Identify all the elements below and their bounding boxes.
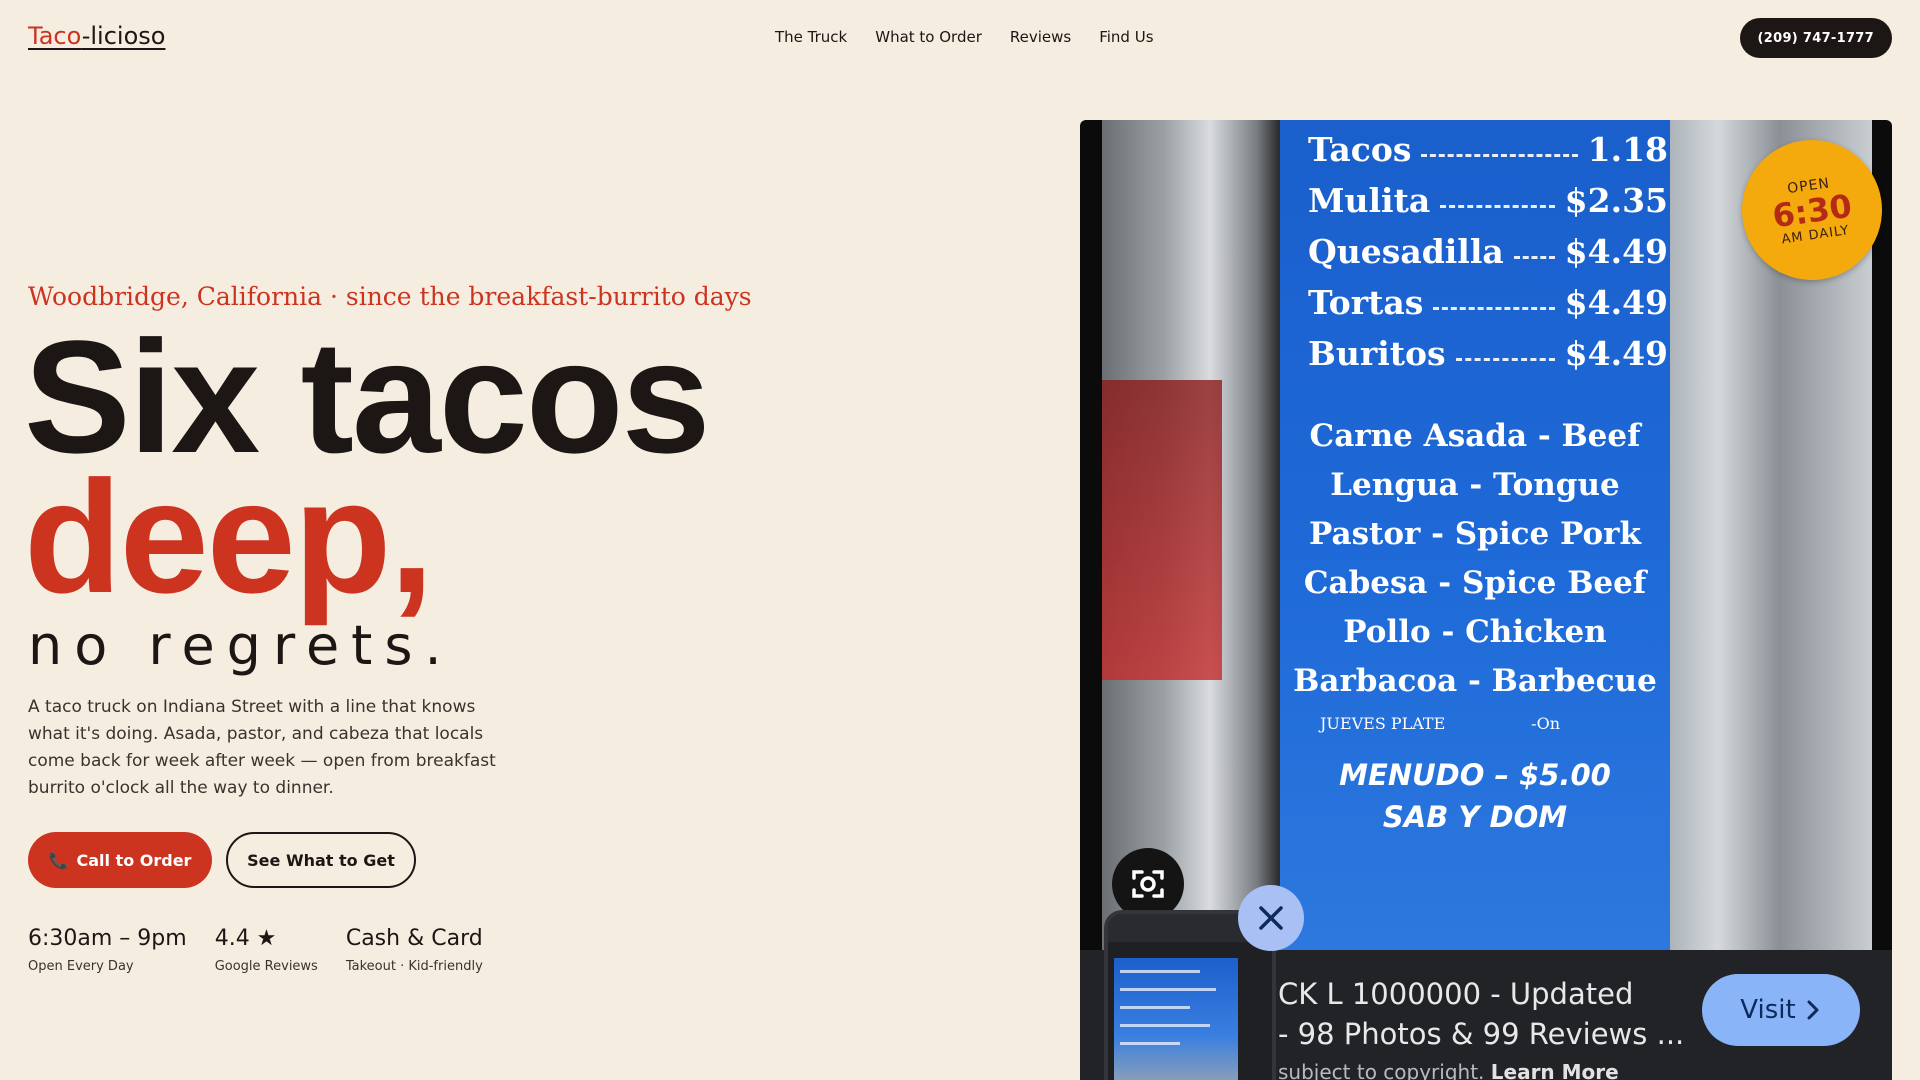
menu-price: $4.49 xyxy=(1564,232,1668,271)
site-logo[interactable]: Taco-licioso xyxy=(28,22,165,50)
menu-item: Buritos xyxy=(1308,334,1446,373)
menu-price: $2.35 xyxy=(1564,181,1668,220)
menu-item: Mulita xyxy=(1308,181,1431,220)
menu-small-left: JUEVES PLATE xyxy=(1320,714,1446,733)
menu-meats: Carne Asada - Beef Lengua - Tongue Pasto… xyxy=(1280,412,1670,706)
menu-item: Tortas xyxy=(1308,283,1424,322)
menu-small-right: -On xyxy=(1531,714,1560,733)
menu-meat: Pollo - Chicken xyxy=(1343,614,1607,650)
close-icon xyxy=(1259,906,1283,930)
menu-board: Tacos 1.18 Mulita $2.35 Quesadilla $4.49 To… xyxy=(1280,120,1670,950)
chevron-right-icon xyxy=(1807,1000,1819,1020)
call-to-order-button[interactable]: 📞 Call to Order xyxy=(28,832,212,888)
lens-close-button[interactable] xyxy=(1238,885,1304,951)
thumbnail-line xyxy=(1120,970,1200,973)
thumbnail-line xyxy=(1120,1042,1180,1045)
learn-more-link[interactable]: Learn More xyxy=(1491,1060,1619,1080)
stat-payment: Cash & Card Takeout · Kid-friendly xyxy=(346,926,483,974)
menu-meat: Cabesa - Spice Beef xyxy=(1303,565,1647,601)
menu-price-row: Quesadilla $4.49 xyxy=(1308,226,1668,277)
stat-value: 4.4 ★ xyxy=(214,926,277,951)
menudo-line-2: SAB Y DOM xyxy=(1382,800,1568,834)
menu-small-print: JUEVES PLATE -On xyxy=(1320,714,1650,733)
stat-label: Google Reviews xyxy=(214,959,318,974)
stat-label: Open Every Day xyxy=(28,959,134,974)
menu-item: Quesadilla xyxy=(1308,232,1504,271)
thumbnail-line xyxy=(1120,1006,1190,1009)
call-to-order-label: Call to Order xyxy=(76,850,192,870)
nav-link-the-truck[interactable]: The Truck xyxy=(775,28,847,46)
stat-value: 6:30am – 9pm xyxy=(28,926,187,951)
phone-icon: 📞 xyxy=(48,850,69,870)
menu-meat: Pastor - Spice Pork xyxy=(1309,516,1641,552)
truck-awning xyxy=(1102,380,1222,680)
menu-item: Tacos xyxy=(1308,130,1412,169)
visit-label: Visit xyxy=(1740,995,1796,1025)
see-what-to-get-button[interactable]: See What to Get xyxy=(226,832,416,888)
menu-price: 1.18 xyxy=(1587,130,1668,169)
stat-rating: 4.4 ★ Google Reviews xyxy=(215,926,318,974)
menu-price-row: Mulita $2.35 xyxy=(1308,175,1668,226)
nav-link-what-to-order[interactable]: What to Order xyxy=(875,28,982,46)
lens-result-subtext: subject to copyright. Learn More xyxy=(1278,1060,1708,1080)
hero-stats: 6:30am – 9pm Open Every Day 4.4 ★ Google… xyxy=(28,926,483,974)
menu-price-row: Tacos 1.18 xyxy=(1308,124,1668,175)
menu-meat: Lengua - Tongue xyxy=(1330,467,1620,503)
menu-price-row: Tortas $4.49 xyxy=(1308,277,1668,328)
menu-price: $4.49 xyxy=(1564,334,1668,373)
result-title-line-1: CK L 1000000 - Updated xyxy=(1278,977,1634,1011)
thumbnail-line xyxy=(1120,1024,1210,1027)
top-nav: Taco-licioso The Truck What to Order Rev… xyxy=(0,0,1920,76)
menu-meat: Carne Asada - Beef xyxy=(1309,418,1641,454)
menu-menudo: MENUDO – $5.00 SAB Y DOM xyxy=(1280,754,1670,838)
hero-headline-line-3: no regrets. xyxy=(28,614,454,677)
phone-button[interactable]: (209) 747-1777 xyxy=(1739,18,1892,58)
menu-price: $4.49 xyxy=(1564,283,1668,322)
thumbnail-line xyxy=(1120,988,1216,991)
logo-accent: Taco xyxy=(28,22,82,50)
menu-price-row: Buritos $4.49 xyxy=(1308,328,1668,379)
stat-value: Cash & Card xyxy=(345,926,483,951)
nav-link-reviews[interactable]: Reviews xyxy=(1010,28,1071,46)
menu-meat: Barbacoa - Barbecue xyxy=(1293,663,1657,699)
logo-rest: -licioso xyxy=(81,22,166,50)
hero-headline-line-2: deep, xyxy=(24,447,434,626)
lens-result-title[interactable]: CK L 1000000 - Updated - 98 Photos & 99 … xyxy=(1278,974,1708,1058)
visit-button[interactable]: Visit xyxy=(1702,974,1860,1046)
menudo-line-1: MENUDO – $5.00 xyxy=(1339,758,1611,792)
thumbnail-image xyxy=(1114,958,1238,1080)
result-title-line-2: - 98 Photos & 99 Reviews ... xyxy=(1278,1017,1685,1051)
copyright-text: subject to copyright. xyxy=(1278,1060,1485,1080)
lens-camera-icon xyxy=(1132,870,1164,898)
nav-links: The Truck What to Order Reviews Find Us xyxy=(775,28,1154,46)
menu-prices: Tacos 1.18 Mulita $2.35 Quesadilla $4.49 To… xyxy=(1308,124,1668,379)
nav-link-find-us[interactable]: Find Us xyxy=(1099,28,1153,46)
hero-blurb: A taco truck on Indiana Street with a li… xyxy=(28,697,496,798)
stat-label: Takeout · Kid-friendly xyxy=(345,959,483,974)
stat-hours: 6:30am – 9pm Open Every Day xyxy=(28,926,187,974)
